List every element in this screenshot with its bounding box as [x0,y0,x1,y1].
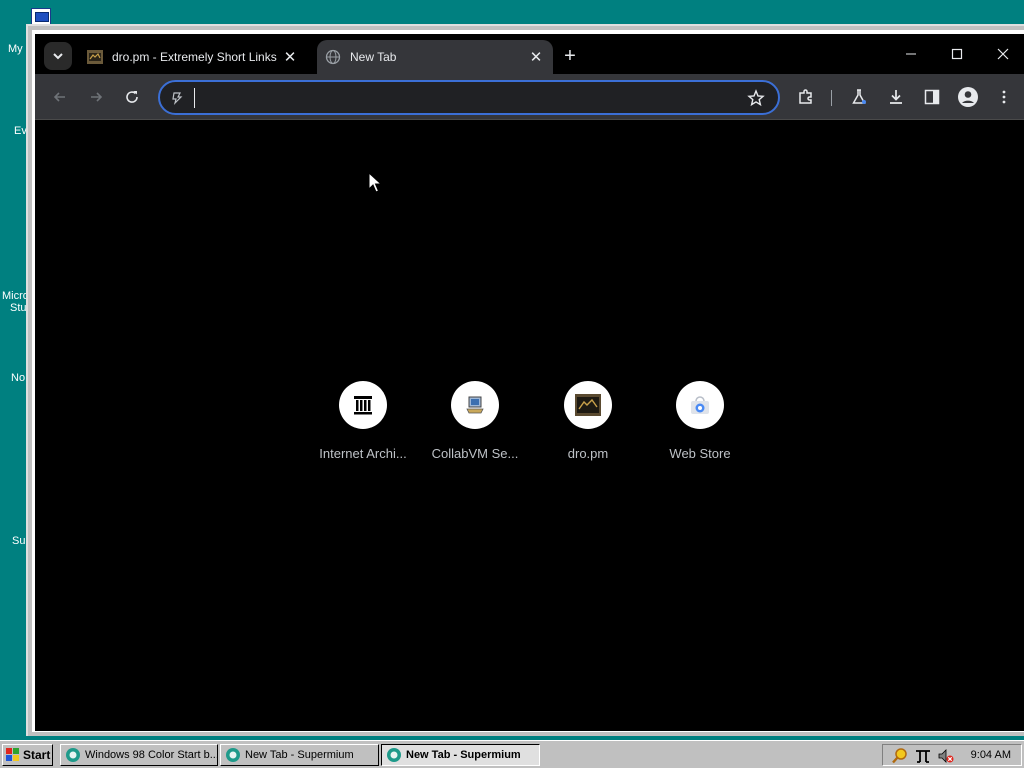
maximize-icon [951,48,963,60]
toolbar-divider [831,90,832,106]
new-tab-page: Internet Archi... CollabVM Se... dro.pm … [35,121,1024,731]
input-method-icon[interactable] [914,747,932,765]
tab-title: New Tab [350,50,397,64]
minimize-icon [906,53,916,55]
browser-toolbar [35,74,1024,120]
desktop-icon-label-no[interactable]: No [11,372,25,384]
shortcut-web-store[interactable]: Web Store [650,381,750,461]
taskbar-item-label: New Tab - Supermium [406,749,521,761]
shortcut-label: Web Store [669,446,731,461]
dro-pm-icon [575,394,601,416]
new-tab-button[interactable]: + [557,44,583,68]
taskbar-item-label: Windows 98 Color Start b... [85,749,218,761]
collabvm-icon [466,396,484,414]
address-input[interactable] [194,88,734,108]
shortcut-dro-pm[interactable]: dro.pm [538,381,638,461]
web-store-icon [691,396,709,414]
close-icon [997,48,1009,60]
arrow-left-icon [53,92,65,102]
shortcut-icon-circle [676,381,724,429]
desktop-icon-label-su[interactable]: Su [12,535,25,547]
supermium-icon [387,748,401,762]
chevron-down-icon [53,53,63,60]
profile-button[interactable] [956,85,980,109]
taskbar-item-new-tab-2[interactable]: New Tab - Supermium [381,744,540,766]
forward-button[interactable] [84,85,108,109]
browser-window: dro.pm - Extremely Short Links ✕ New Tab… [35,34,1024,731]
puzzle-icon [799,89,812,104]
shortcut-label: dro.pm [567,446,609,461]
tab-strip: dro.pm - Extremely Short Links ✕ New Tab… [35,34,1024,74]
close-tab-icon[interactable]: ✕ [527,48,545,66]
side-panel-icon [924,89,940,105]
tab-dro-pm[interactable]: dro.pm - Extremely Short Links ✕ [79,40,307,74]
globe-icon [325,49,341,65]
tab-title: dro.pm - Extremely Short Links [112,50,277,64]
flask-icon [852,89,866,104]
avatar-icon [958,87,978,107]
archive-building-icon [354,396,372,415]
close-tab-icon[interactable]: ✕ [281,48,299,66]
download-icon [890,90,902,104]
volume-muted-icon[interactable] [937,747,955,765]
shortcut-internet-archive[interactable]: Internet Archi... [313,381,413,461]
magnifier-icon[interactable] [891,747,909,765]
downloads-button[interactable] [884,85,908,109]
back-button[interactable] [48,85,72,109]
shortcut-icon-circle [451,381,499,429]
extensions-button[interactable] [794,85,818,109]
more-vert-icon [1002,90,1006,104]
shortcut-collabvm[interactable]: CollabVM Se... [425,381,525,461]
maximize-button[interactable] [942,42,972,66]
supermium-icon [226,748,240,762]
reload-button[interactable] [120,85,144,109]
tab-search-button[interactable] [44,42,72,70]
mouse-cursor-icon [368,172,382,193]
site-info-icon [172,92,183,105]
desktop-icon-label-stu[interactable]: Stu [10,302,27,314]
reload-icon [126,91,138,103]
shortcut-icon-circle [564,381,612,429]
bookmark-star-icon[interactable] [747,89,765,107]
menu-button[interactable] [992,85,1016,109]
arrow-right-icon [91,92,103,102]
desktop-icon-label-micro[interactable]: Micro [2,290,29,302]
desktop-icon-label-my[interactable]: My [8,43,23,55]
taskbar-item-label: New Tab - Supermium [245,749,354,761]
shortcut-icon-circle [339,381,387,429]
taskbar-item-win98-start[interactable]: Windows 98 Color Start b... [60,744,218,766]
close-window-button[interactable] [988,42,1018,66]
windows-logo-icon [6,748,19,761]
system-tray: 9:04 AM [882,744,1022,766]
tab-new-tab[interactable]: New Tab ✕ [317,40,553,74]
shortcut-label: CollabVM Se... [431,446,519,461]
supermium-icon [66,748,80,762]
start-button[interactable]: Start [2,744,53,766]
start-label: Start [23,748,51,762]
taskbar-item-new-tab-1[interactable]: New Tab - Supermium [220,744,379,766]
desktop-icon-label-ev[interactable]: Ev [14,125,27,137]
labs-button[interactable] [847,85,871,109]
shortcut-label: Internet Archi... [319,446,407,461]
dro-pm-favicon-icon [87,50,103,64]
taskbar: Start Windows 98 Color Start b... New Ta… [0,740,1024,768]
side-panel-button[interactable] [920,85,944,109]
address-bar[interactable] [158,80,780,115]
minimize-button[interactable] [896,42,926,66]
clock[interactable]: 9:04 AM [971,749,1011,761]
